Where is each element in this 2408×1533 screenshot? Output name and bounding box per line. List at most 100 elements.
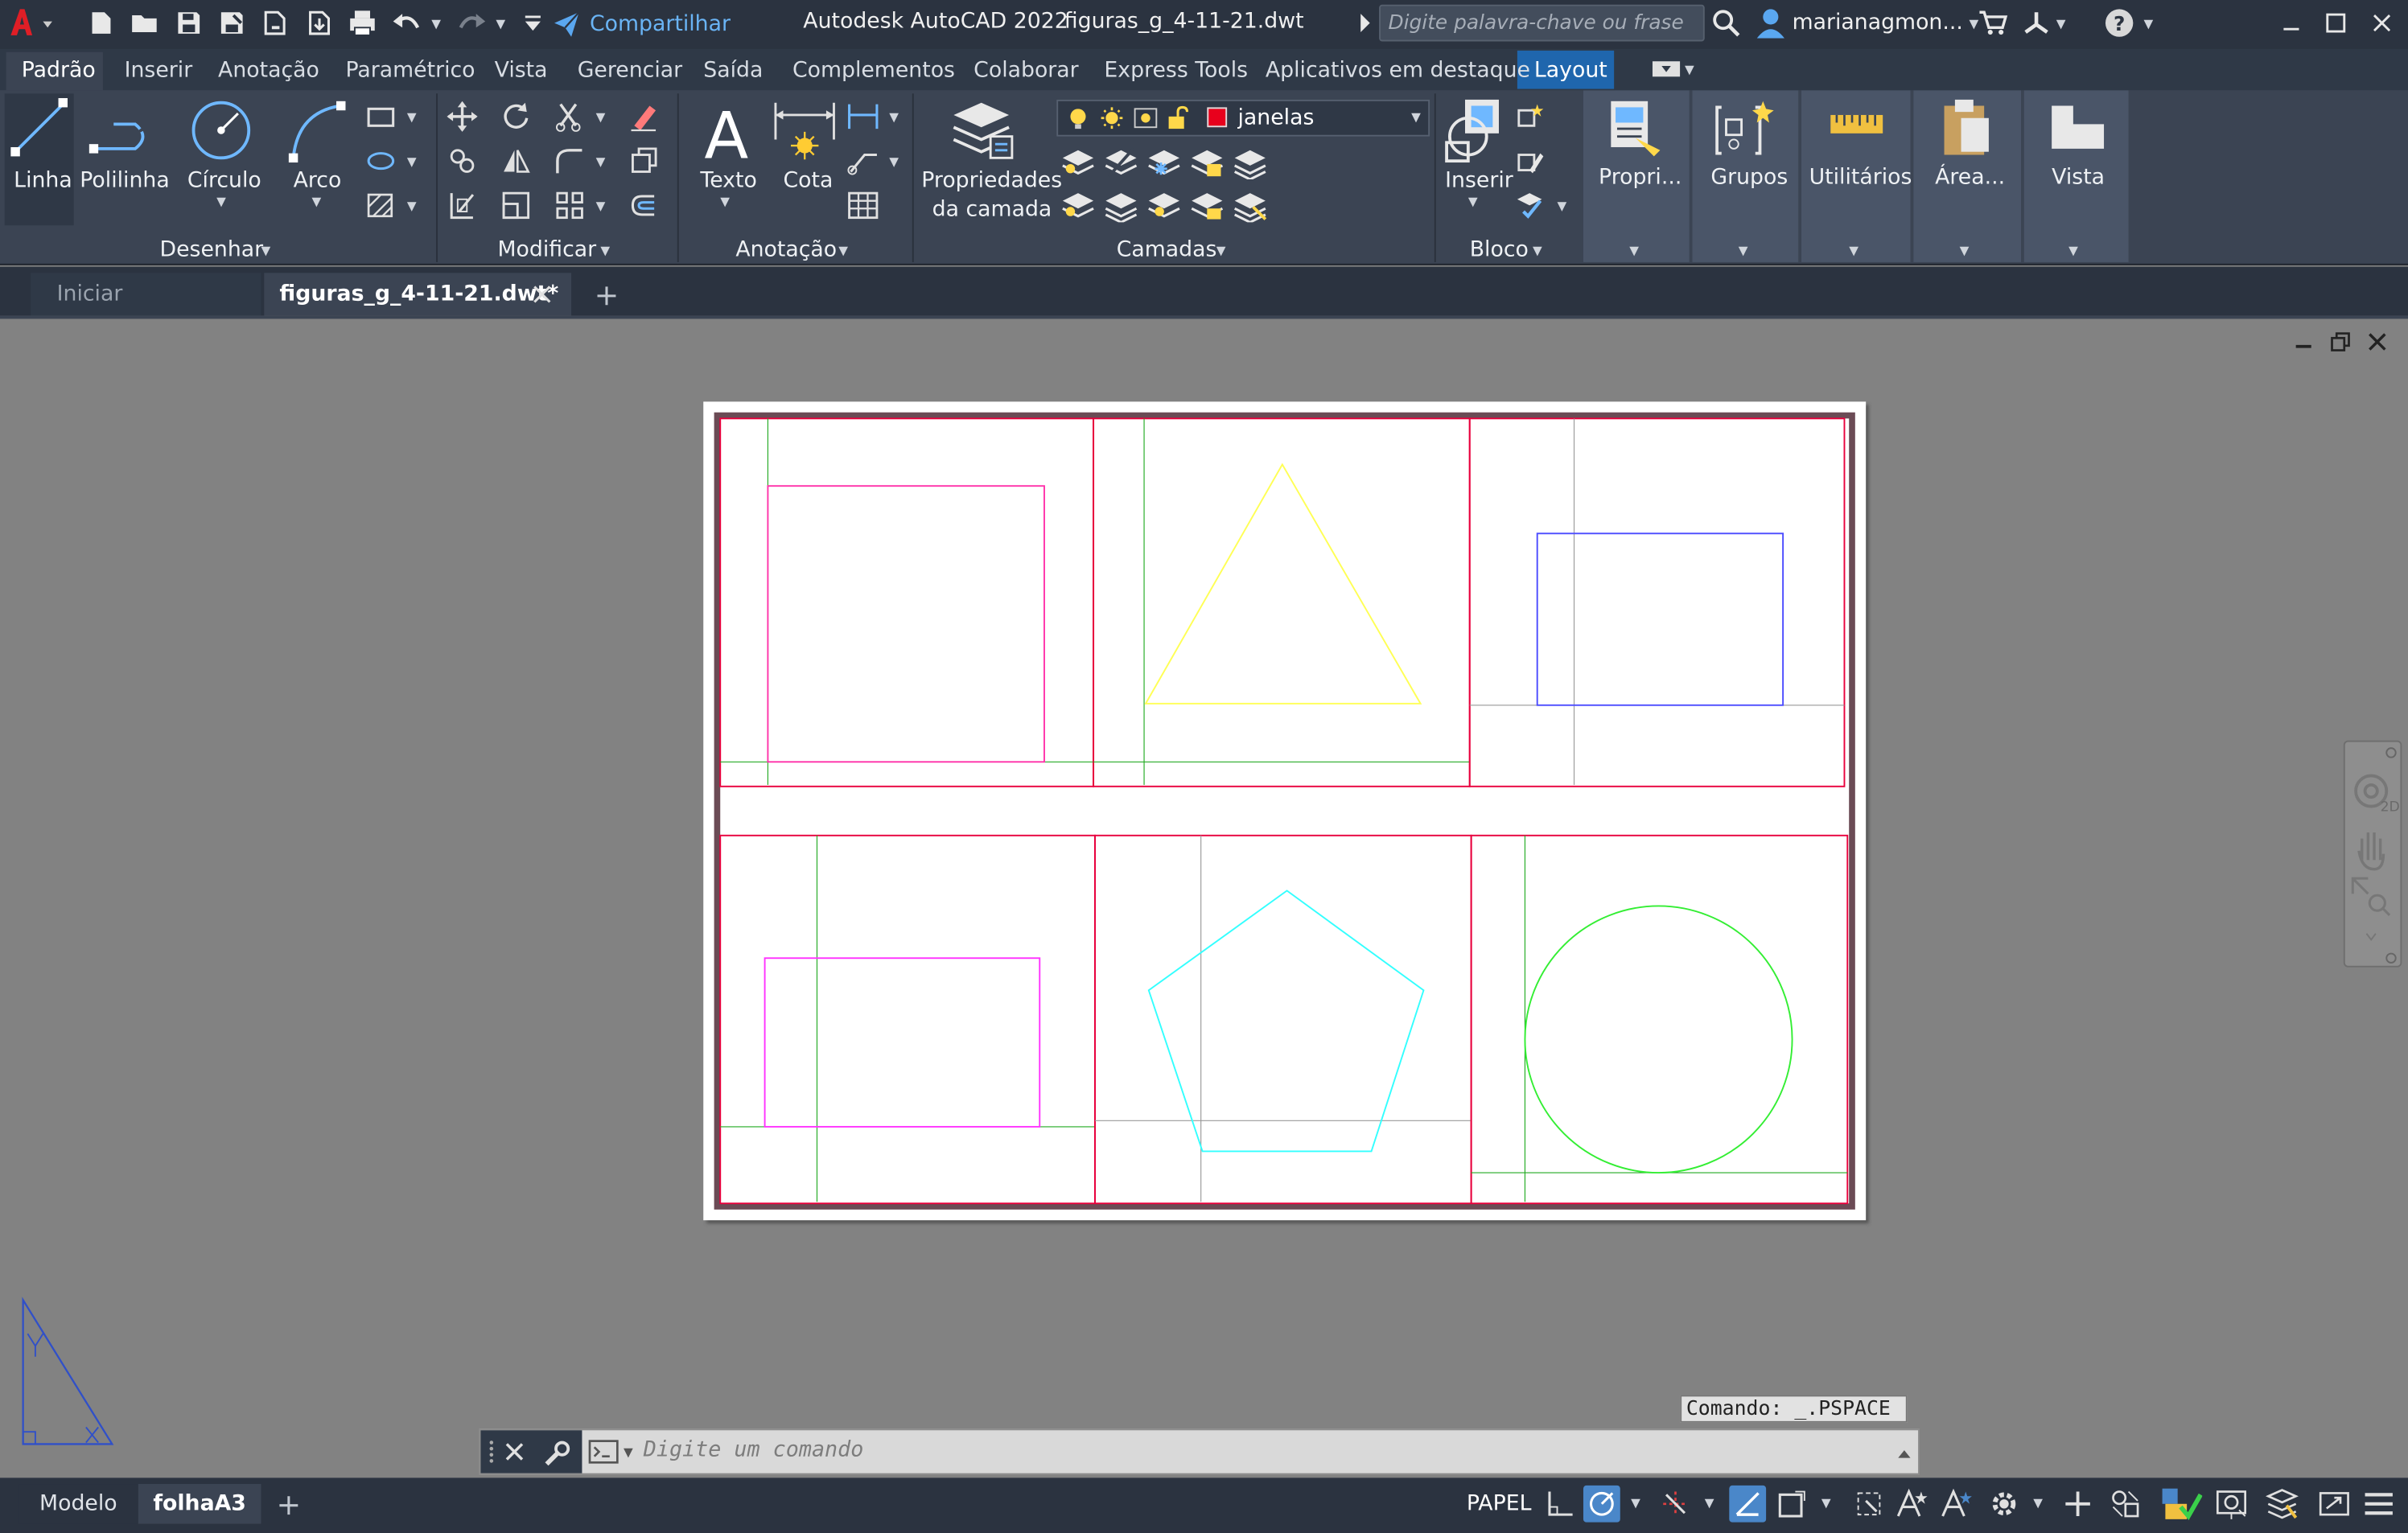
tab-inserir[interactable]: Inserir: [125, 49, 193, 90]
open-folder-icon[interactable]: [129, 6, 163, 40]
autodesk-app-icon[interactable]: [2019, 6, 2053, 40]
search-input[interactable]: Digite palavra-chave ou frase: [1379, 4, 1705, 42]
leader-icon[interactable]: [846, 144, 880, 178]
linear-dimension-icon[interactable]: [846, 100, 880, 134]
viewport-square[interactable]: [719, 417, 1095, 787]
new-layout-plus-icon[interactable]: [278, 1494, 299, 1516]
workspace-gear-icon[interactable]: [1986, 1486, 2023, 1523]
line-tool-button[interactable]: [9, 97, 70, 158]
hatch-tool-icon[interactable]: [364, 188, 397, 222]
scale-icon[interactable]: [499, 188, 533, 222]
circle-tool-button[interactable]: [187, 98, 255, 166]
fillet-dropdown-icon[interactable]: ▼: [596, 155, 606, 169]
minimize-window-icon[interactable]: [2274, 6, 2308, 40]
tab-layout[interactable]: Layout: [1534, 49, 1607, 90]
layers-panel-dropdown-icon[interactable]: ▼: [1216, 244, 1226, 257]
layers-panel-title[interactable]: Camadas: [1117, 237, 1217, 261]
plot-icon[interactable]: [345, 6, 379, 40]
save-icon[interactable]: [172, 6, 206, 40]
arc-dropdown-icon[interactable]: ▼: [311, 195, 321, 208]
help-dropdown-icon[interactable]: ▼: [2139, 6, 2158, 40]
start-tab[interactable]: Iniciar: [31, 273, 261, 316]
viewport-rectangle-magenta[interactable]: [719, 834, 1096, 1205]
layer-dropdown[interactable]: janelas ▼: [1056, 99, 1430, 137]
close-window-icon[interactable]: [2365, 6, 2399, 40]
isolate-objects-icon[interactable]: [2264, 1486, 2301, 1523]
copy-icon[interactable]: [446, 144, 480, 178]
application-menu-button[interactable]: [6, 5, 56, 42]
drawing-tab-active[interactable]: figuras_g_4-11-21.dwt*: [264, 273, 572, 316]
annotation-visibility-icon[interactable]: [1894, 1486, 1931, 1523]
rectangle-tool-icon[interactable]: [364, 100, 397, 134]
move-icon[interactable]: [446, 100, 480, 134]
tab-saida[interactable]: Saída: [703, 49, 763, 90]
offset-icon[interactable]: [627, 188, 661, 222]
leader-dropdown-icon[interactable]: ▼: [889, 155, 899, 169]
view-panel-tile[interactable]: Vista ▼: [2023, 90, 2129, 262]
tab-parametrico[interactable]: Paramétrico: [345, 49, 475, 90]
layer-lock-icon[interactable]: [1188, 146, 1225, 179]
layout-tab-folhaa3[interactable]: folhaA3: [138, 1484, 261, 1524]
explode-icon[interactable]: [627, 144, 661, 178]
array-dropdown-icon[interactable]: ▼: [596, 199, 606, 213]
clipboard-panel-tile[interactable]: Área... ▼: [1913, 90, 2021, 262]
layer-freeze-icon[interactable]: [1146, 146, 1183, 179]
groups-panel-tile[interactable]: Grupos ▼: [1692, 90, 1799, 262]
annotation-monitor-plus-icon[interactable]: [2060, 1486, 2097, 1523]
create-block-icon[interactable]: [1513, 100, 1546, 134]
trim-icon[interactable]: [553, 100, 587, 134]
layer-walk-icon[interactable]: [1232, 188, 1269, 223]
redo-dropdown-icon[interactable]: ▼: [492, 6, 510, 40]
modify-panel-dropdown-icon[interactable]: ▼: [600, 244, 610, 257]
tab-colaborar[interactable]: Colaborar: [973, 49, 1078, 90]
layer-unlock-icon[interactable]: [1188, 188, 1225, 222]
help-icon[interactable]: ?: [2102, 6, 2136, 40]
maximize-window-icon[interactable]: [2319, 6, 2352, 40]
hatch-ellipse-icon[interactable]: [364, 144, 397, 178]
command-history-expand-icon[interactable]: [1896, 1447, 1912, 1459]
new-tab-plus-icon[interactable]: [596, 286, 618, 307]
grid-snap-icon[interactable]: [1542, 1486, 1579, 1523]
trim-dropdown-icon[interactable]: ▼: [596, 110, 606, 124]
auto-scale-icon[interactable]: [1938, 1486, 1975, 1523]
undo-dropdown-icon[interactable]: ▼: [427, 6, 446, 40]
viewport-circle[interactable]: [1470, 834, 1849, 1205]
layer-thaw-icon[interactable]: [1146, 188, 1183, 222]
clean-screen-icon[interactable]: [2315, 1486, 2352, 1523]
fillet-icon[interactable]: [553, 144, 587, 178]
cart-icon[interactable]: [1977, 6, 2011, 40]
insert-block-button[interactable]: [1443, 97, 1504, 164]
lock-ui-icon[interactable]: [2212, 1486, 2254, 1523]
rotate-icon[interactable]: [499, 100, 533, 134]
command-input[interactable]: Digite um comando: [644, 1438, 864, 1462]
pan-hand-icon[interactable]: [2357, 832, 2385, 871]
block-panel-title[interactable]: Bloco: [1470, 237, 1529, 261]
osnap-tracking-dropdown-icon[interactable]: ▼: [1705, 1496, 1714, 1510]
autodesk-app-dropdown-icon[interactable]: ▼: [2052, 6, 2070, 40]
tab-express-tools[interactable]: Express Tools: [1104, 49, 1248, 90]
drawing-restore-icon[interactable]: [2330, 331, 2352, 353]
polyline-tool-button[interactable]: [88, 103, 154, 158]
tab-vista[interactable]: Vista: [495, 49, 548, 90]
linear-dimension-dropdown-icon[interactable]: ▼: [889, 110, 899, 124]
undo-icon[interactable]: [390, 6, 424, 40]
user-account-button[interactable]: marianagmon... ▼: [1756, 6, 1978, 40]
table-icon[interactable]: [846, 188, 880, 222]
close-tab-icon[interactable]: [533, 286, 551, 304]
zoom-extents-icon[interactable]: [2368, 894, 2386, 912]
drawing-close-icon[interactable]: [2366, 331, 2388, 353]
edit-block-icon[interactable]: [1513, 144, 1546, 178]
stretch-icon[interactable]: [446, 188, 480, 222]
layer-off-icon[interactable]: [1060, 146, 1097, 179]
save-as-icon[interactable]: [215, 6, 249, 40]
layer-isolate-icon[interactable]: [1103, 146, 1140, 179]
new-file-icon[interactable]: [84, 6, 118, 40]
customize-toolbar-icon[interactable]: [516, 6, 550, 40]
tab-padrao[interactable]: Padrão: [22, 49, 96, 90]
layer-unisolate-icon[interactable]: [1103, 188, 1140, 223]
command-grip-icon[interactable]: [487, 1438, 496, 1465]
rectangle-dropdown-icon[interactable]: ▼: [407, 110, 417, 124]
tab-anotacao[interactable]: Anotação: [218, 49, 319, 90]
isometric-drafting-icon[interactable]: [1729, 1485, 1767, 1523]
drawing-minimize-icon[interactable]: [2293, 331, 2315, 353]
